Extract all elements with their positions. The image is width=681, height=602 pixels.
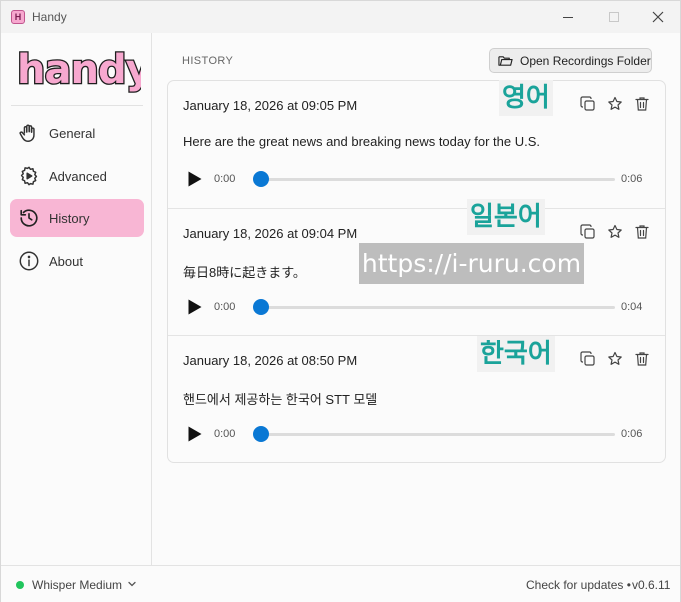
footer-separator: •	[626, 578, 631, 592]
copy-button[interactable]	[579, 95, 597, 113]
star-icon	[608, 96, 622, 110]
entry-date: January 18, 2026 at 09:04 PM	[183, 226, 358, 241]
app-version: v0.6.11	[632, 578, 671, 592]
seek-track[interactable]	[259, 178, 615, 181]
language-label-english: 영어	[499, 80, 553, 116]
star-button[interactable]	[606, 223, 624, 241]
check-for-updates-label: Check for updates	[526, 578, 624, 592]
main-content: HISTORY Open Recordings Folder January 1…	[153, 33, 680, 565]
model-selector[interactable]: Whisper Medium	[32, 578, 122, 592]
audio-player: 0:00 0:06	[183, 422, 653, 446]
language-label-korean: 한국어	[477, 336, 555, 372]
play-icon	[188, 426, 202, 442]
window-title: Handy	[32, 10, 67, 24]
sidebar-item-about[interactable]: About	[10, 242, 144, 280]
copy-icon	[580, 224, 595, 239]
time-duration: 0:04	[621, 301, 643, 313]
star-button[interactable]	[606, 350, 624, 368]
seek-thumb[interactable]	[253, 426, 269, 442]
gear-icon	[17, 164, 41, 188]
svg-text:handy: handy	[17, 47, 141, 93]
transcription-text: 毎日8時に起きます。	[183, 265, 306, 280]
folder-icon	[498, 54, 513, 67]
language-label-japanese: 일본어	[467, 199, 545, 235]
app-window: H Handy handy General Advanced History A…	[0, 0, 681, 602]
entry-date: January 18, 2026 at 08:50 PM	[183, 353, 358, 368]
open-recordings-folder-button[interactable]: Open Recordings Folder	[489, 48, 652, 73]
play-icon	[188, 299, 202, 315]
info-icon	[17, 249, 41, 273]
sidebar-item-advanced[interactable]: Advanced	[10, 157, 144, 195]
seek-thumb[interactable]	[253, 299, 269, 315]
seek-track[interactable]	[259, 306, 615, 309]
minimize-button[interactable]	[545, 5, 591, 29]
sidebar-divider	[11, 105, 143, 106]
status-bar: Whisper Medium Check for updates • v0.6.…	[1, 565, 680, 602]
entry-actions	[579, 350, 651, 368]
time-duration: 0:06	[621, 173, 643, 185]
sidebar-item-general[interactable]: General	[10, 114, 144, 152]
delete-button[interactable]	[633, 350, 651, 368]
transcription-text: 핸드에서 제공하는 한국어 STT 모델	[183, 392, 378, 407]
copy-icon	[580, 351, 595, 366]
copy-icon	[580, 96, 595, 111]
transcription-text: Here are the great news and breaking new…	[183, 134, 540, 149]
sidebar-item-label: About	[49, 253, 83, 269]
history-icon	[17, 206, 41, 230]
hand-icon	[17, 121, 41, 145]
entry-actions	[579, 223, 651, 241]
close-icon	[652, 11, 664, 23]
history-entry: January 18, 2026 at 09:05 PM Here are th…	[168, 81, 665, 208]
sidebar-item-label: General	[49, 125, 96, 141]
model-status-dot	[16, 581, 24, 589]
seek-track[interactable]	[259, 433, 615, 436]
open-folder-label: Open Recordings Folder	[520, 53, 651, 68]
trash-icon	[635, 97, 649, 111]
handy-logo: handy	[16, 46, 141, 93]
app-icon: H	[11, 10, 25, 24]
sidebar-item-history[interactable]: History	[10, 199, 144, 237]
sidebar: handy General Advanced History About	[1, 33, 152, 565]
entry-actions	[579, 95, 651, 113]
minimize-icon	[563, 16, 573, 18]
section-title: HISTORY	[182, 55, 234, 67]
star-icon	[608, 224, 622, 238]
time-current: 0:00	[214, 173, 236, 185]
play-button[interactable]	[185, 298, 203, 316]
chevron-down-icon[interactable]	[127, 579, 137, 589]
copy-button[interactable]	[579, 223, 597, 241]
time-current: 0:00	[214, 428, 236, 440]
star-icon	[608, 351, 622, 365]
maximize-button[interactable]	[591, 5, 637, 29]
play-button[interactable]	[185, 425, 203, 443]
title-bar[interactable]: H Handy	[1, 1, 680, 33]
play-icon	[188, 171, 202, 187]
entry-date: January 18, 2026 at 09:05 PM	[183, 98, 358, 113]
sidebar-item-label: Advanced	[49, 168, 107, 184]
time-duration: 0:06	[621, 428, 643, 440]
history-entry: January 18, 2026 at 08:50 PM 핸드에서 제공하는 한…	[168, 335, 665, 462]
delete-button[interactable]	[633, 95, 651, 113]
watermark: https://i-ruru.com	[359, 243, 584, 284]
trash-icon	[635, 225, 649, 239]
close-button[interactable]	[635, 5, 681, 29]
delete-button[interactable]	[633, 223, 651, 241]
play-button[interactable]	[185, 170, 203, 188]
audio-player: 0:00 0:06	[183, 167, 653, 191]
copy-button[interactable]	[579, 350, 597, 368]
audio-player: 0:00 0:04	[183, 295, 653, 319]
seek-thumb[interactable]	[253, 171, 269, 187]
check-for-updates-link[interactable]: Check for updates •	[526, 578, 631, 592]
maximize-icon	[609, 12, 619, 22]
sidebar-item-label: History	[49, 210, 90, 226]
time-current: 0:00	[214, 301, 236, 313]
star-button[interactable]	[606, 95, 624, 113]
trash-icon	[635, 352, 649, 366]
